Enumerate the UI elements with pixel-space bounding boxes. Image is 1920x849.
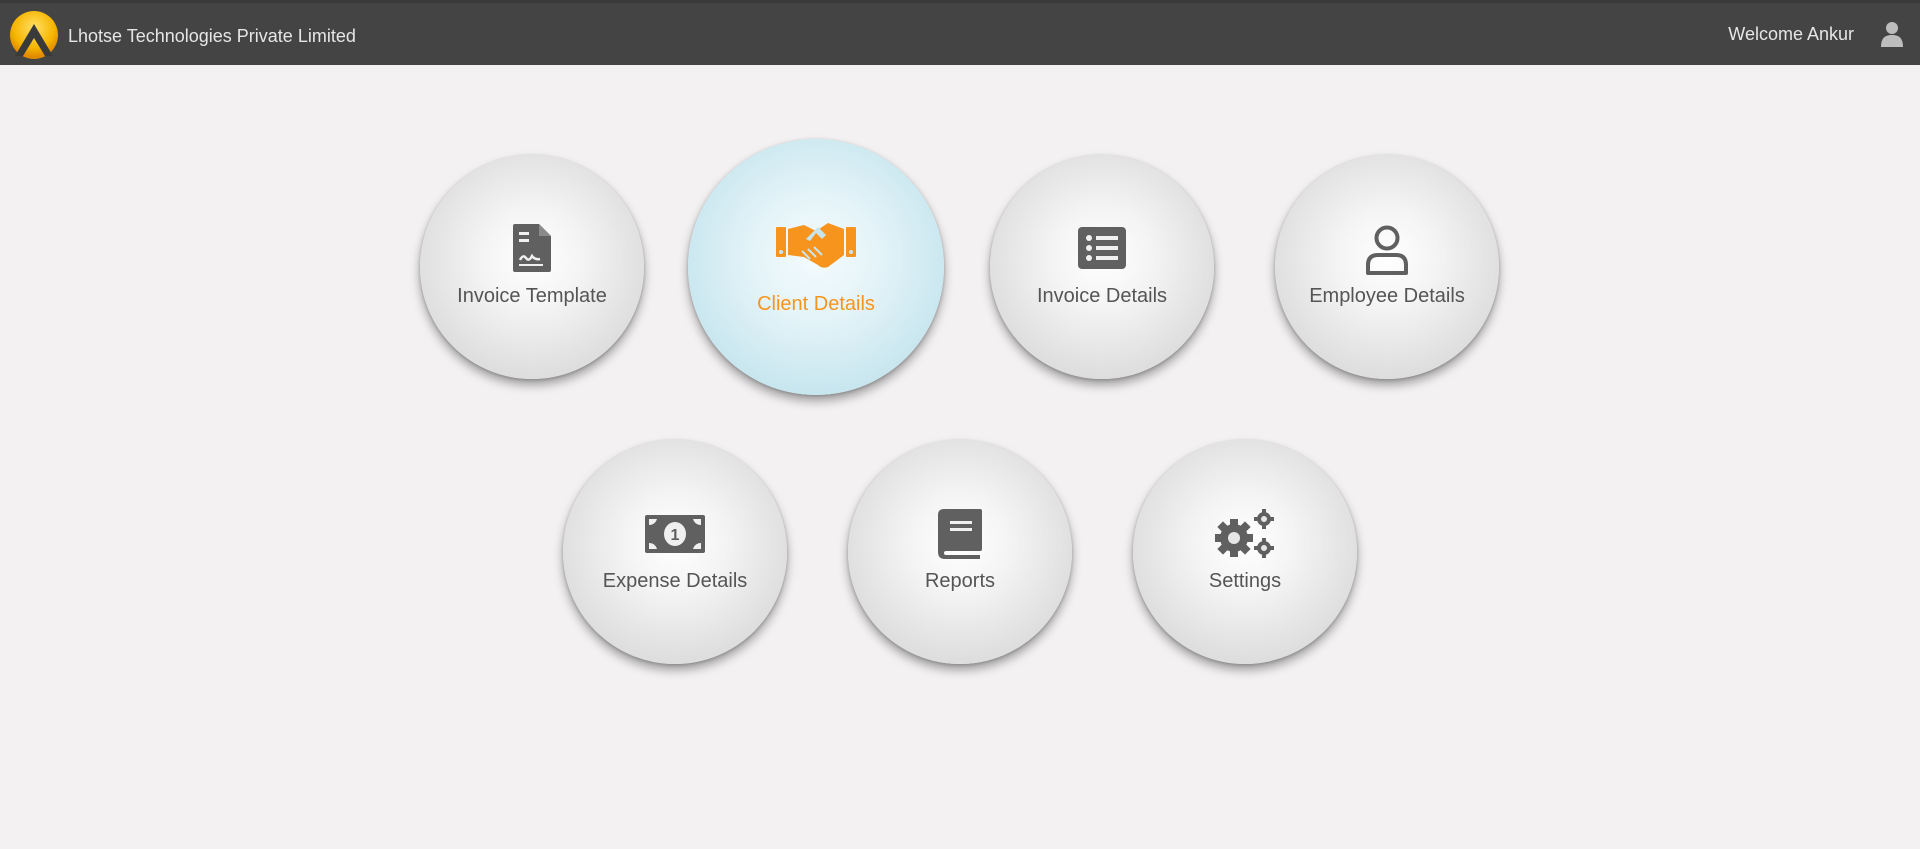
tile-label: Reports bbox=[924, 570, 996, 592]
tile-label: Employee Details bbox=[1309, 285, 1465, 307]
tile-invoice-template[interactable]: Invoice Template bbox=[420, 155, 644, 379]
gears-icon bbox=[1215, 509, 1274, 558]
tile-expense-details[interactable]: 1 Expense Details bbox=[563, 440, 787, 664]
handshake-icon bbox=[776, 223, 856, 268]
money-icon: 1 bbox=[645, 515, 705, 553]
tile-settings[interactable]: Settings bbox=[1133, 440, 1357, 664]
person-icon bbox=[1366, 225, 1408, 275]
book-icon bbox=[938, 509, 982, 559]
tile-reports[interactable]: Reports bbox=[848, 440, 1072, 664]
user-icon[interactable] bbox=[1880, 21, 1904, 47]
invoice-file-icon bbox=[513, 224, 551, 272]
tile-label: Client Details bbox=[757, 293, 875, 315]
company-logo[interactable] bbox=[9, 10, 59, 60]
tile-employee-details[interactable]: Employee Details bbox=[1275, 155, 1499, 379]
tile-label: Settings bbox=[1208, 570, 1282, 592]
top-header-bar: Lhotse Technologies Private Limited Welc… bbox=[0, 0, 1920, 65]
svg-text:1: 1 bbox=[671, 527, 680, 544]
tile-label: Expense Details bbox=[602, 570, 748, 592]
welcome-text: Welcome Ankur bbox=[1728, 24, 1854, 44]
company-name: Lhotse Technologies Private Limited bbox=[68, 26, 356, 46]
tile-label: Invoice Template bbox=[457, 285, 607, 307]
list-icon bbox=[1078, 227, 1126, 269]
tile-client-details[interactable]: Client Details bbox=[688, 139, 944, 395]
tile-label: Invoice Details bbox=[1036, 285, 1168, 307]
tile-invoice-details[interactable]: Invoice Details bbox=[990, 155, 1214, 379]
